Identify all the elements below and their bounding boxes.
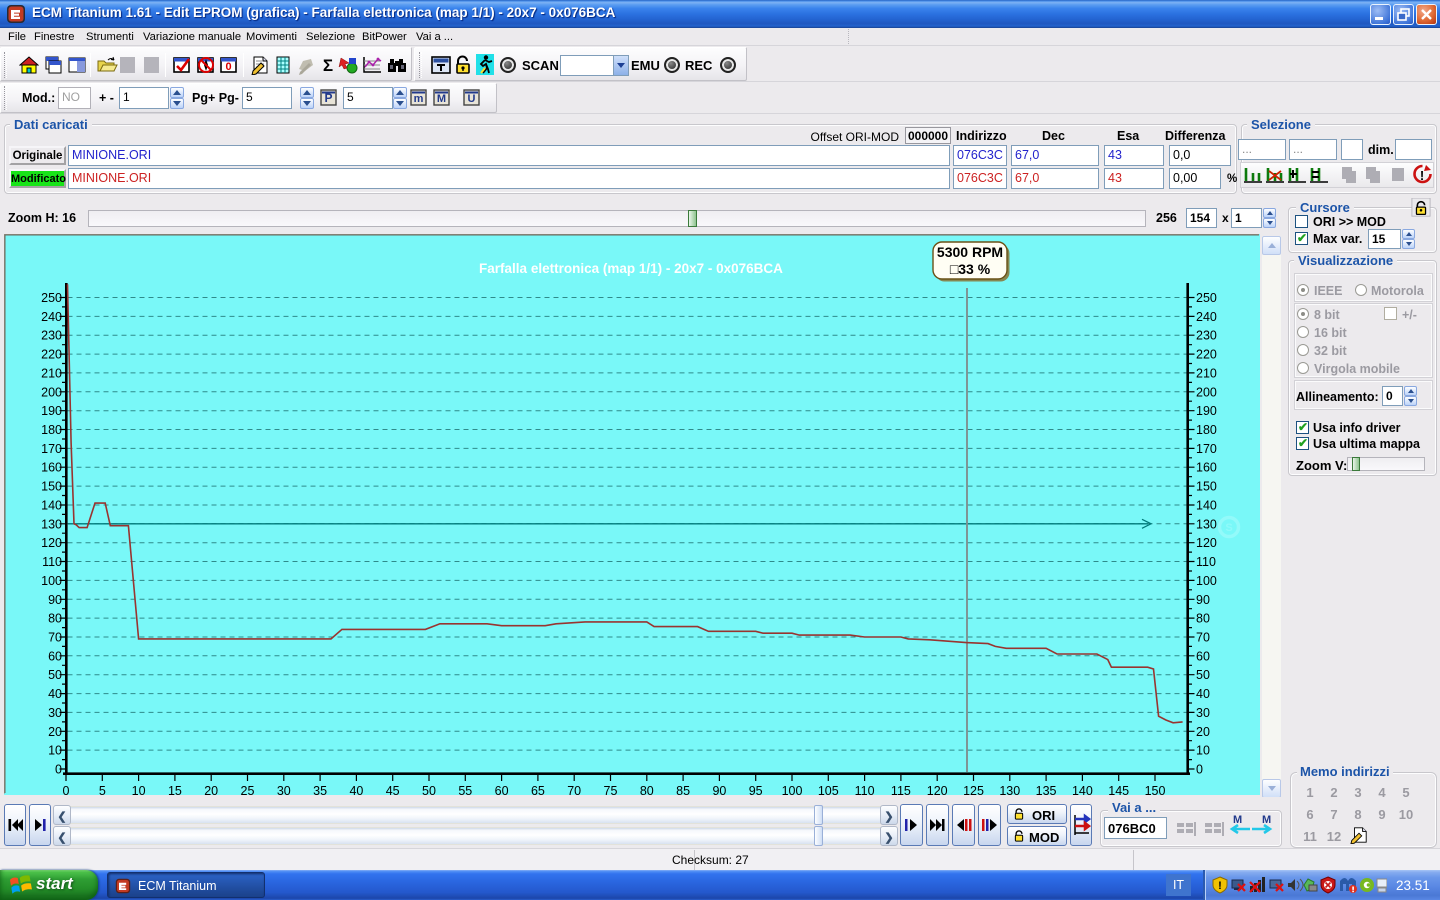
svg-text:m: m <box>414 93 424 105</box>
svg-text:!: ! <box>1218 880 1222 892</box>
svg-text:40: 40 <box>1196 687 1210 701</box>
svg-text:5300 RPM: 5300 RPM <box>937 244 1003 260</box>
svg-text:40: 40 <box>48 687 62 701</box>
svg-text:70: 70 <box>567 784 581 795</box>
svg-text:60: 60 <box>1196 649 1210 663</box>
svg-text:30: 30 <box>1196 706 1210 720</box>
svg-text:200: 200 <box>41 385 62 399</box>
svg-text:190: 190 <box>41 404 62 418</box>
svg-text:0: 0 <box>63 784 70 795</box>
svg-text:90: 90 <box>712 784 726 795</box>
svg-text:0: 0 <box>1196 763 1203 777</box>
svg-text:160: 160 <box>41 461 62 475</box>
svg-text:50: 50 <box>1196 668 1210 682</box>
svg-text:90: 90 <box>48 593 62 607</box>
svg-text:30: 30 <box>277 784 291 795</box>
svg-text:130: 130 <box>1196 517 1217 531</box>
svg-text:100: 100 <box>41 574 62 588</box>
svg-text:20: 20 <box>1196 725 1210 739</box>
svg-text:80: 80 <box>1196 612 1210 626</box>
svg-text:40: 40 <box>349 784 363 795</box>
svg-text:55: 55 <box>458 784 472 795</box>
svg-text:Farfalla elettronica (map 1/1): Farfalla elettronica (map 1/1) - 20x7 - … <box>479 261 783 276</box>
svg-text:0: 0 <box>225 61 231 73</box>
svg-text:135: 135 <box>1036 784 1057 795</box>
svg-text:250: 250 <box>1196 291 1217 305</box>
svg-text:125: 125 <box>963 784 984 795</box>
svg-text:100: 100 <box>782 784 803 795</box>
svg-text:130: 130 <box>41 517 62 531</box>
svg-text:160: 160 <box>1196 461 1217 475</box>
svg-text:□33 %: □33 % <box>950 261 991 277</box>
svg-text:190: 190 <box>1196 404 1217 418</box>
svg-text:145: 145 <box>1108 784 1129 795</box>
svg-text:80: 80 <box>48 612 62 626</box>
svg-text:150: 150 <box>1196 480 1217 494</box>
svg-text:0: 0 <box>55 763 62 777</box>
svg-text:25: 25 <box>241 784 255 795</box>
svg-text:140: 140 <box>1196 499 1217 513</box>
svg-text:!: ! <box>1420 168 1424 183</box>
svg-text:130: 130 <box>999 784 1020 795</box>
svg-text:250: 250 <box>41 291 62 305</box>
svg-text:105: 105 <box>818 784 839 795</box>
svg-text:230: 230 <box>41 329 62 343</box>
svg-text:60: 60 <box>48 649 62 663</box>
svg-text:210: 210 <box>1196 366 1217 380</box>
svg-text:150: 150 <box>1145 784 1166 795</box>
svg-text:60: 60 <box>495 784 509 795</box>
svg-text:20: 20 <box>204 784 218 795</box>
svg-text:80: 80 <box>640 784 654 795</box>
svg-text:75: 75 <box>604 784 618 795</box>
svg-text:120: 120 <box>1196 536 1217 550</box>
svg-text:35: 35 <box>313 784 327 795</box>
svg-text:240: 240 <box>1196 310 1217 324</box>
svg-text:100: 100 <box>1196 574 1217 588</box>
svg-text:220: 220 <box>41 348 62 362</box>
svg-text:180: 180 <box>1196 423 1217 437</box>
svg-text:5: 5 <box>99 784 106 795</box>
svg-text:10: 10 <box>48 744 62 758</box>
svg-text:50: 50 <box>48 668 62 682</box>
svg-text:230: 230 <box>1196 329 1217 343</box>
svg-text:150: 150 <box>41 480 62 494</box>
svg-text:70: 70 <box>1196 631 1210 645</box>
svg-text:M: M <box>437 93 446 105</box>
svg-text:170: 170 <box>1196 442 1217 456</box>
svg-text:115: 115 <box>891 784 911 795</box>
svg-text:210: 210 <box>41 366 62 380</box>
svg-text:10: 10 <box>132 784 146 795</box>
svg-text:240: 240 <box>41 310 62 324</box>
svg-text:S: S <box>1225 522 1232 534</box>
svg-text:120: 120 <box>927 784 948 795</box>
svg-text:50: 50 <box>422 784 436 795</box>
svg-text:120: 120 <box>41 536 62 550</box>
svg-text:90: 90 <box>1196 593 1210 607</box>
svg-text:110: 110 <box>855 784 875 795</box>
svg-text:30: 30 <box>48 706 62 720</box>
svg-text:110: 110 <box>42 555 62 569</box>
svg-text:U: U <box>468 93 476 105</box>
svg-text:140: 140 <box>41 499 62 513</box>
svg-text:110: 110 <box>1196 555 1216 569</box>
svg-text:180: 180 <box>41 423 62 437</box>
svg-text:70: 70 <box>48 631 62 645</box>
svg-text:220: 220 <box>1196 348 1217 362</box>
svg-text:15: 15 <box>168 784 182 795</box>
svg-text:45: 45 <box>386 784 400 795</box>
svg-text:140: 140 <box>1072 784 1093 795</box>
svg-text:85: 85 <box>676 784 690 795</box>
svg-text:10: 10 <box>1196 744 1210 758</box>
svg-text:170: 170 <box>41 442 62 456</box>
svg-text:65: 65 <box>531 784 545 795</box>
svg-text:20: 20 <box>48 725 62 739</box>
svg-text:200: 200 <box>1196 385 1217 399</box>
svg-text:Σ: Σ <box>323 56 333 75</box>
svg-text:95: 95 <box>749 784 763 795</box>
